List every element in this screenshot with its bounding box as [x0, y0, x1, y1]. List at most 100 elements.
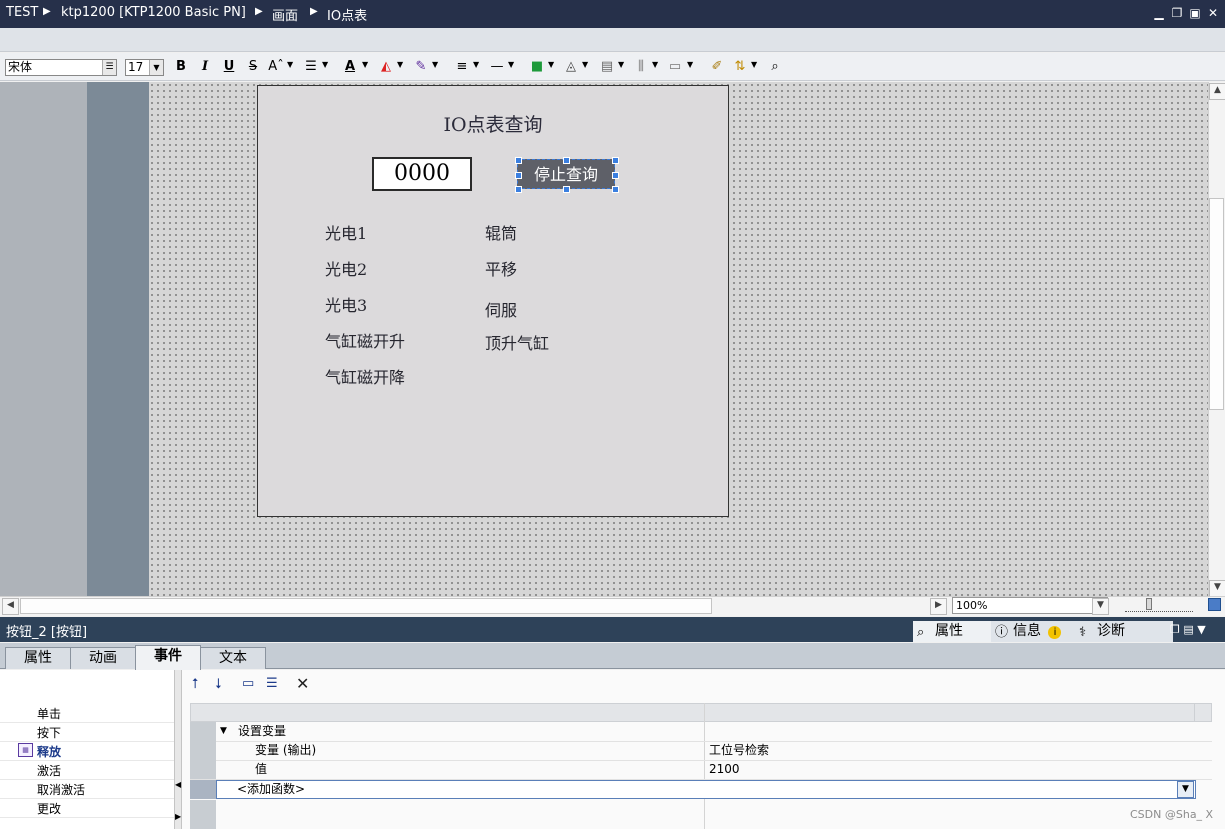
horizontal-scroll-thumb[interactable] [20, 598, 712, 614]
resize-handle[interactable] [563, 186, 570, 193]
io-label[interactable]: 辊筒 [485, 220, 517, 244]
resize-handle[interactable] [515, 172, 522, 179]
param-row[interactable]: 变量 (输出) 工位号检索 [190, 741, 1212, 761]
move-down-icon[interactable]: ⭣ [215, 676, 222, 692]
bring-front-icon[interactable]: ■ [528, 58, 546, 76]
panel-splitter[interactable] [174, 670, 182, 829]
delete-icon[interactable]: ✕ [296, 674, 309, 693]
chevron-down-icon[interactable]: ▼ [751, 60, 757, 69]
tab-properties-sub[interactable]: 属性 [5, 647, 71, 669]
chevron-down-icon[interactable]: ▼ [508, 60, 514, 69]
io-label[interactable]: 光电2 [325, 256, 367, 280]
chevron-down-icon[interactable]: ▼ [618, 60, 624, 69]
io-label[interactable]: 顶升气缸 [485, 330, 549, 354]
fill-color-icon[interactable]: ◭ [377, 58, 395, 76]
chevron-down-icon[interactable]: ▼ [582, 60, 588, 69]
tab-text[interactable]: 文本 [200, 647, 266, 669]
resize-handle[interactable] [515, 157, 522, 164]
strikethrough-button[interactable]: S [246, 58, 260, 76]
breadcrumb-project[interactable]: TEST [6, 5, 38, 20]
chevron-down-icon[interactable]: ▼ [687, 60, 693, 69]
vertical-scroll-thumb[interactable] [1209, 198, 1224, 410]
zoom-select[interactable]: 100% [952, 597, 1108, 614]
font-list-icon[interactable]: ☰ [102, 60, 116, 75]
bold-button[interactable]: B [174, 58, 188, 76]
event-click[interactable]: 单击 [37, 705, 61, 722]
layers-icon[interactable]: ⇅ [731, 58, 749, 76]
expand-icon[interactable]: ▼ [220, 722, 227, 741]
breadcrumb-device[interactable]: ktp1200 [KTP1200 Basic PN] [61, 5, 246, 20]
screen-title[interactable]: IO点表查询 [258, 110, 728, 137]
list-icon[interactable]: ☰ [266, 676, 278, 691]
scroll-down-icon[interactable]: ▼ [1209, 580, 1225, 597]
distribute-icon[interactable]: ⫼ [632, 58, 650, 76]
chevron-down-icon[interactable]: ▼ [432, 60, 438, 69]
param-row[interactable]: 值 2100 [190, 760, 1212, 780]
align-objects-icon[interactable]: ▤ [598, 58, 616, 76]
line-color-icon[interactable]: ✎ [412, 58, 430, 76]
font-name-select[interactable]: 宋体 [5, 59, 117, 76]
underline-button[interactable]: U [222, 58, 236, 76]
resize-handle[interactable] [612, 157, 619, 164]
restore-icon[interactable]: ❐ [1169, 5, 1185, 21]
tab-animation[interactable]: 动画 [70, 647, 136, 669]
io-label[interactable]: 伺服 [485, 297, 517, 321]
overview-icon[interactable] [1208, 598, 1221, 611]
resize-handle[interactable] [612, 186, 619, 193]
zoom-select-icon[interactable]: ⌕ [766, 58, 784, 76]
event-deactivate[interactable]: 取消激活 [37, 781, 85, 798]
event-release[interactable]: 释放 [37, 743, 61, 760]
chevron-down-icon[interactable]: ▼ [362, 60, 368, 69]
chevron-down-icon[interactable]: ▼ [473, 60, 479, 69]
rotate-icon[interactable]: ◬ [562, 58, 580, 76]
chevron-down-icon[interactable]: ▼ [397, 60, 403, 69]
align-left-icon[interactable]: ☰ [302, 58, 320, 76]
line-style-icon[interactable]: — [488, 58, 506, 76]
breadcrumb-screens[interactable]: 画面 [272, 5, 298, 24]
breadcrumb-screen[interactable]: IO点表 [327, 5, 367, 24]
tile-icon[interactable]: ▣ [1187, 5, 1203, 21]
param-value[interactable]: 工位号检索 [709, 741, 769, 760]
scroll-right-icon[interactable]: ▶ [930, 598, 947, 615]
italic-button[interactable]: I [198, 58, 212, 76]
chevron-down-icon[interactable]: ▼ [149, 60, 163, 75]
io-label[interactable]: 光电3 [325, 292, 367, 316]
chevron-down-icon[interactable]: ▼ [652, 60, 658, 69]
float-window-icon[interactable]: ❐ ▤ ▼ [1170, 623, 1206, 636]
folder-icon[interactable]: ▭ [242, 676, 254, 691]
scroll-left-icon[interactable]: ◀ [2, 598, 19, 615]
same-size-icon[interactable]: ▭ [666, 58, 684, 76]
zoom-slider-thumb[interactable] [1146, 598, 1152, 610]
chevron-down-icon[interactable]: ▼ [1092, 598, 1109, 615]
line-width-icon[interactable]: ≡ [453, 58, 471, 76]
move-up-icon[interactable]: ⭡ [192, 676, 199, 692]
scroll-up-icon[interactable]: ▲ [1209, 83, 1225, 100]
chevron-down-icon[interactable]: ▼ [548, 60, 554, 69]
io-label[interactable]: 气缸磁开升 [325, 328, 405, 352]
io-label[interactable]: 光电1 [325, 220, 367, 244]
collapse-left-icon[interactable]: ◀ [175, 780, 181, 789]
tab-diagnostics[interactable]: ⚕ 诊断 [1075, 621, 1173, 642]
io-label[interactable]: 气缸磁开降 [325, 364, 405, 388]
resize-handle[interactable] [612, 172, 619, 179]
resize-handle[interactable] [515, 186, 522, 193]
minimize-icon[interactable]: ▁ [1151, 5, 1167, 21]
chevron-down-icon[interactable]: ▼ [287, 60, 293, 69]
chevron-down-icon[interactable]: ▼ [1177, 781, 1194, 798]
format-painter-icon[interactable]: ✐ [708, 58, 726, 76]
tab-events[interactable]: 事件 [135, 645, 201, 670]
io-label[interactable]: 平移 [485, 256, 517, 280]
expand-right-icon[interactable]: ▶ [175, 812, 181, 821]
param-value[interactable]: 2100 [709, 760, 740, 779]
resize-handle[interactable] [563, 157, 570, 164]
zoom-slider[interactable] [1125, 600, 1193, 612]
chevron-down-icon[interactable]: ▼ [322, 60, 328, 69]
add-function-select[interactable]: <添加函数> [216, 780, 1196, 799]
font-color-icon[interactable]: A [342, 58, 358, 76]
io-field[interactable]: 0000 [372, 157, 472, 191]
font-grow-icon[interactable]: Aˆ [266, 58, 286, 76]
close-icon[interactable]: ✕ [1205, 5, 1221, 21]
event-activate[interactable]: 激活 [37, 762, 61, 779]
function-group-row[interactable]: ▼ 设置变量 [190, 722, 1212, 742]
event-change[interactable]: 更改 [37, 800, 61, 817]
